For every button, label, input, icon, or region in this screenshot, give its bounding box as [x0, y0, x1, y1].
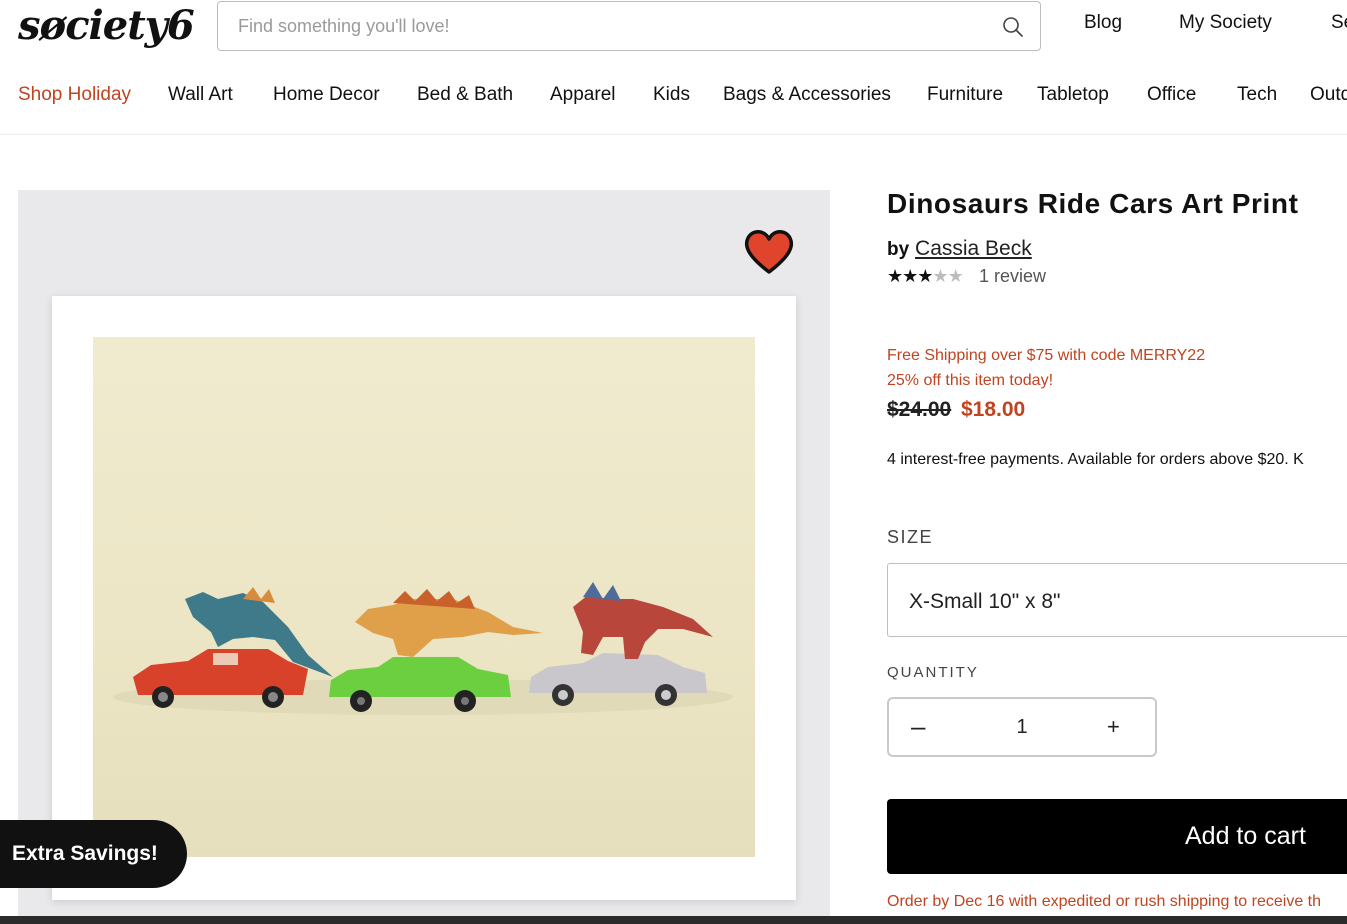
product-image-panel[interactable]	[18, 190, 830, 924]
add-to-cart-button[interactable]: Add to cart	[887, 799, 1347, 874]
size-label: SIZE	[887, 527, 934, 547]
nav-office[interactable]: Office	[1147, 84, 1196, 106]
search-icon[interactable]	[1002, 16, 1024, 38]
extra-savings-tab[interactable]: Extra Savings!	[0, 820, 187, 888]
search-bar	[217, 1, 1041, 51]
order-deadline-note: Order by Dec 16 with expedited or rush s…	[887, 893, 1322, 910]
blog-link[interactable]: Blog	[1084, 12, 1122, 34]
rating-stars[interactable]: ★★★★★	[887, 266, 964, 287]
site-logo[interactable]: søciety6	[18, 2, 195, 49]
star-icon: ★	[887, 266, 903, 286]
quantity-label: QUANTITY	[887, 664, 979, 681]
size-selected-value: X-Small 10" x 8"	[909, 590, 1061, 613]
nav-tech[interactable]: Tech	[1237, 84, 1277, 106]
dinosaur-cars-illustration	[113, 582, 733, 715]
artist-byline: by Cassia Beck	[887, 237, 1032, 261]
artist-link[interactable]: Cassia Beck	[915, 237, 1032, 260]
nav-apparel[interactable]: Apparel	[550, 84, 616, 106]
nav-bags-accessories[interactable]: Bags & Accessories	[723, 84, 891, 106]
nav-kids[interactable]: Kids	[653, 84, 690, 106]
add-to-cart-label: Add to cart	[1185, 822, 1306, 850]
nav-home-decor[interactable]: Home Decor	[273, 84, 380, 106]
by-prefix: by	[887, 239, 910, 260]
nav-shop-holiday[interactable]: Shop Holiday	[18, 84, 131, 106]
heart-icon[interactable]	[742, 226, 796, 276]
nav-tabletop[interactable]: Tabletop	[1037, 84, 1109, 106]
nav-outdoor[interactable]: Outd	[1310, 84, 1347, 106]
window-bottom-bar	[0, 916, 1347, 924]
nav-bed-bath[interactable]: Bed & Bath	[417, 84, 513, 106]
print-frame	[52, 296, 796, 900]
product-title: Dinosaurs Ride Cars Art Print	[887, 188, 1299, 219]
nav-furniture[interactable]: Furniture	[927, 84, 1003, 106]
size-select[interactable]: X-Small 10" x 8"	[887, 563, 1347, 637]
star-icon: ★	[917, 266, 933, 286]
original-price: $24.00	[887, 398, 952, 421]
my-society-link[interactable]: My Society	[1179, 12, 1272, 34]
quantity-stepper: – 1 +	[887, 697, 1157, 757]
installment-payments-info: 4 interest-free payments. Available for …	[887, 451, 1304, 468]
nav-wall-art[interactable]: Wall Art	[168, 84, 233, 106]
product-photo	[93, 337, 755, 857]
star-icon: ★	[947, 266, 964, 286]
reviews-link[interactable]: 1 review	[979, 266, 1046, 287]
star-icon: ★	[902, 266, 918, 286]
star-icon: ★	[932, 266, 948, 286]
search-input[interactable]	[218, 2, 978, 50]
quantity-increase-button[interactable]: +	[1107, 714, 1120, 740]
promo-discount: 25% off this item today!	[887, 372, 1054, 389]
promo-free-shipping: Free Shipping over $75 with code MERRY22	[887, 347, 1206, 364]
category-nav: Shop Holiday Wall Art Home Decor Bed & B…	[0, 84, 1347, 135]
sale-price: $18.00	[961, 398, 1026, 421]
sell-link[interactable]: Se	[1331, 12, 1347, 34]
